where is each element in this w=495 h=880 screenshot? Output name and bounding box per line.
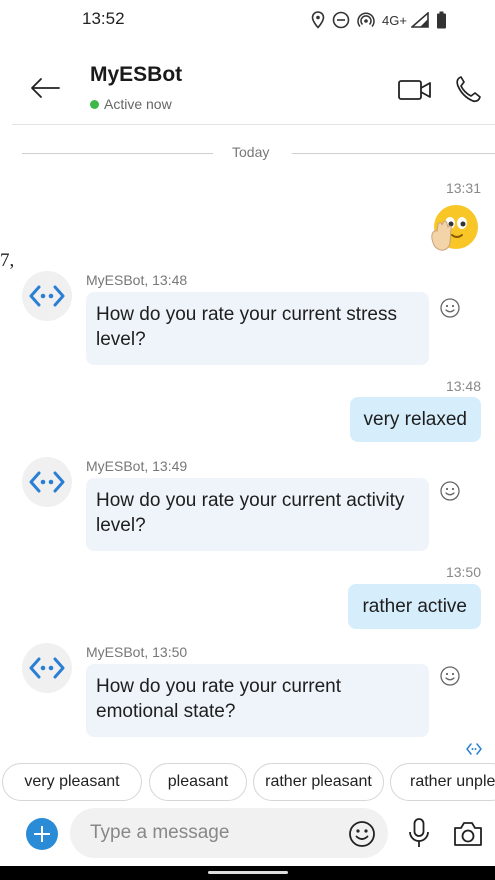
home-handle[interactable] <box>208 871 288 874</box>
do-not-disturb-icon <box>332 11 350 29</box>
bot-icon <box>29 657 65 679</box>
smiley-react-icon[interactable] <box>439 665 461 687</box>
quick-replies: very pleasant pleasant rather pleasant r… <box>0 763 495 801</box>
message-time: 13:48 <box>445 378 481 394</box>
header-divider <box>12 124 495 125</box>
smiley-react-icon[interactable] <box>439 297 461 319</box>
presence-status: Active now <box>90 96 172 112</box>
message-text: How do you rate your current activity le… <box>96 490 405 536</box>
emoji-icon[interactable] <box>348 820 376 848</box>
battery-icon <box>436 11 446 29</box>
bot-mini-icon <box>466 743 482 755</box>
presence-text: Active now <box>104 96 172 112</box>
bot-message-bubble[interactable]: How do you rate your current activity le… <box>86 478 429 551</box>
signal-icon <box>410 12 429 28</box>
message-time: 13:31 <box>445 180 481 196</box>
bot-avatar <box>22 271 72 321</box>
video-call-icon[interactable] <box>398 78 432 102</box>
chat-title: MyESBot <box>90 63 183 86</box>
network-label: 4G+ <box>382 12 407 28</box>
message-meta: MyESBot, 13:50 <box>86 644 188 660</box>
bot-icon <box>29 471 65 493</box>
quick-reply-chip[interactable]: rather pleasant <box>253 763 384 801</box>
message-text: very relaxed <box>363 409 468 430</box>
user-message-bubble[interactable]: very relaxed <box>349 397 481 442</box>
day-separator: Today <box>22 143 495 163</box>
separator-line-left <box>22 153 213 154</box>
status-icons: 4G+ <box>311 9 447 31</box>
bot-message-bubble[interactable]: How do you rate your current stress leve… <box>86 292 429 365</box>
smiley-react-icon[interactable] <box>439 480 461 502</box>
separator-line-right <box>292 153 495 154</box>
system-nav-bar <box>0 866 495 880</box>
waving-face-emoji[interactable] <box>428 203 480 255</box>
user-message-bubble[interactable]: rather active <box>348 584 481 629</box>
bot-avatar <box>22 643 72 693</box>
day-label: Today <box>232 144 270 160</box>
chat-header: MyESBot Active now <box>0 52 495 124</box>
quick-reply-chip[interactable]: pleasant <box>149 763 247 801</box>
presence-dot <box>90 99 99 109</box>
edge-glyph: 7, <box>0 250 15 271</box>
message-text: How do you rate your current stress leve… <box>96 304 397 350</box>
camera-icon[interactable] <box>452 820 484 848</box>
status-time: 13:52 <box>82 9 125 28</box>
bot-message-bubble[interactable]: How do you rate your current emotional s… <box>86 664 429 737</box>
message-time: 13:50 <box>445 564 481 580</box>
message-input[interactable] <box>70 808 388 858</box>
message-text: How do you rate your current emotional s… <box>96 676 342 722</box>
quick-reply-chip[interactable]: very pleasant <box>2 763 142 801</box>
quick-reply-chip[interactable]: rather unple <box>390 763 495 801</box>
phone-icon[interactable] <box>455 75 481 103</box>
add-button[interactable] <box>26 818 58 850</box>
bot-icon <box>29 285 65 307</box>
location-icon <box>311 11 325 29</box>
message-meta: MyESBot, 13:49 <box>86 458 188 474</box>
hotspot-icon <box>357 12 375 27</box>
message-text: rather active <box>362 596 467 617</box>
microphone-icon[interactable] <box>408 818 430 848</box>
status-bar: 13:52 4G+ <box>0 0 495 40</box>
arrow-left-icon[interactable] <box>28 74 62 102</box>
message-meta: MyESBot, 13:48 <box>86 272 188 288</box>
message-composer <box>0 808 495 860</box>
bot-avatar <box>22 457 72 507</box>
